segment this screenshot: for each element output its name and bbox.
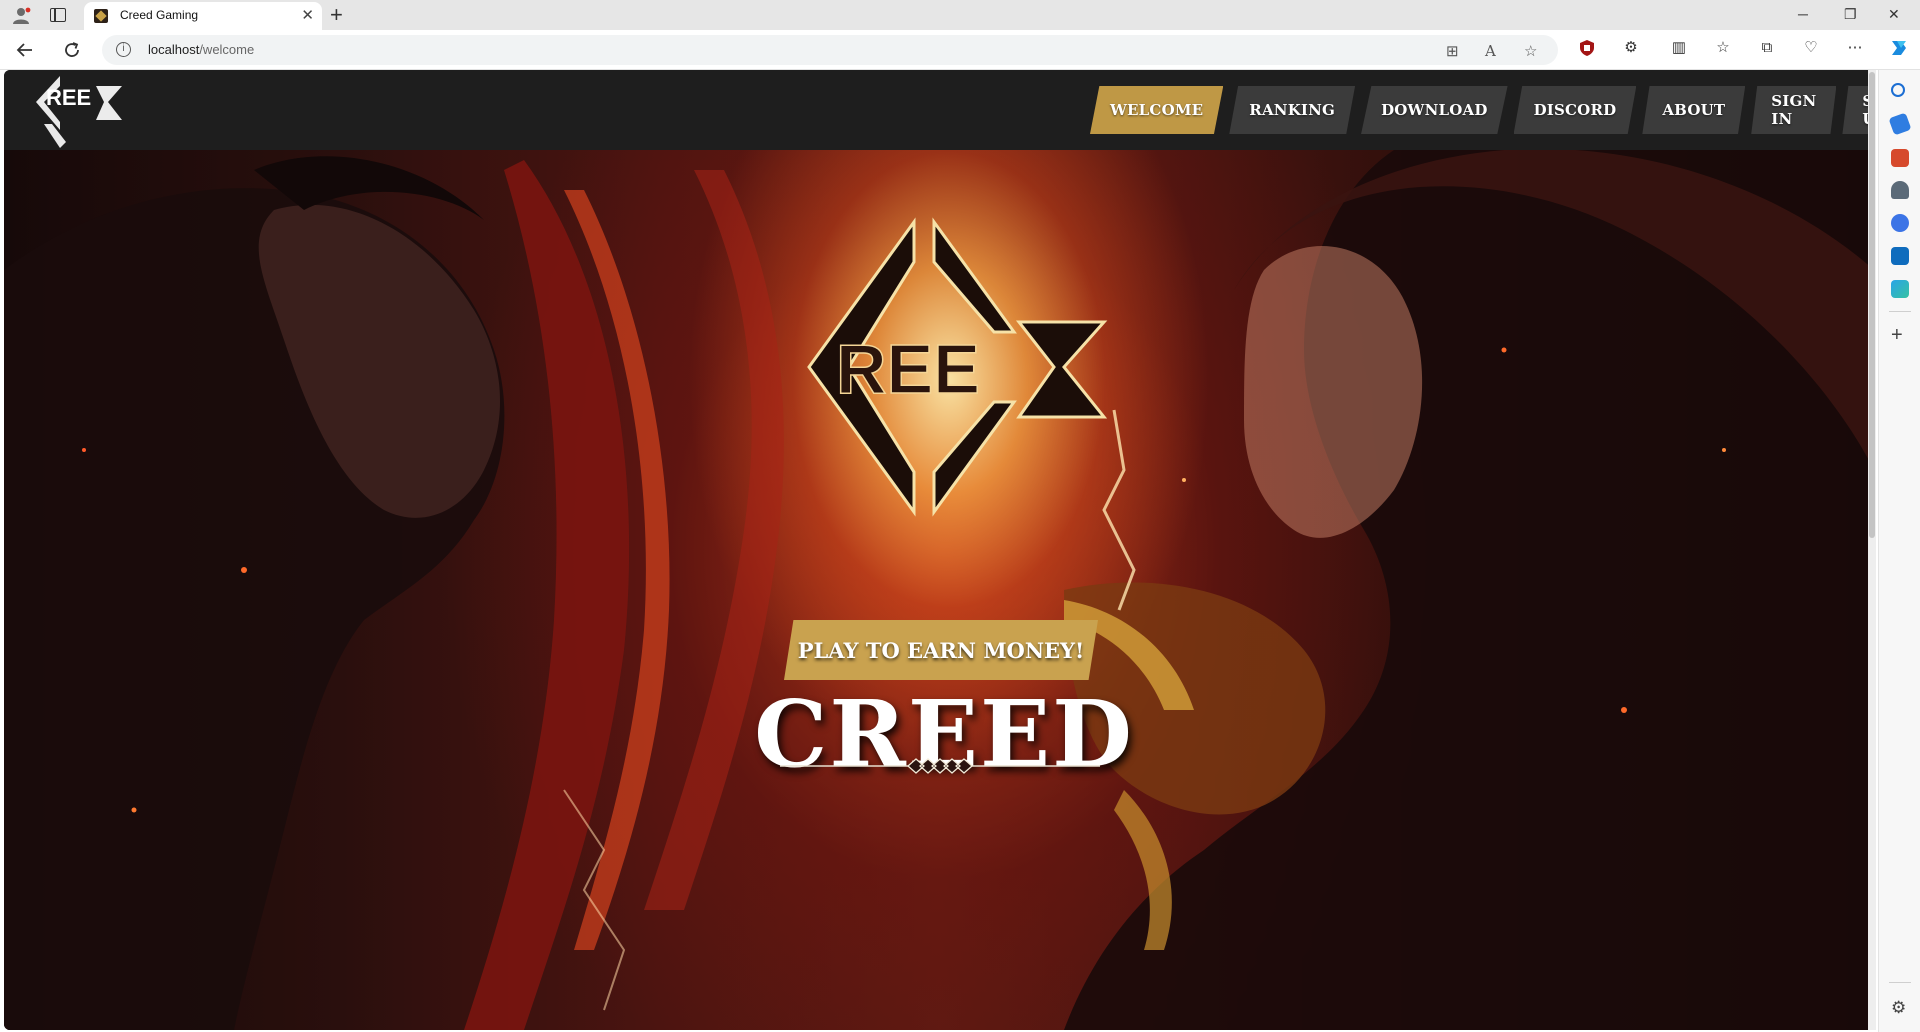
hero-logo: REE [807,217,1108,517]
site-logo-text: REE [46,85,91,110]
games-icon[interactable] [1891,181,1909,199]
more-icon[interactable]: ⋯ [1846,39,1864,57]
new-tab-button[interactable]: + [330,2,343,28]
copilot-icon[interactable] [1888,37,1906,55]
page-viewport: REE WELCOME RANKING DOWNLOAD DISCORD ABO… [4,70,1874,1030]
url-bar[interactable]: i localhost/welcome ⊞ A ☆ [102,35,1558,65]
profile-icon[interactable] [12,7,32,24]
page-scrollbar[interactable] [1868,70,1876,1030]
address-toolbar: i localhost/welcome ⊞ A ☆ ⚙ ▥ ☆ ⧉ ♡ ⋯ [0,30,1920,70]
tools-icon[interactable] [1891,149,1909,167]
nav-about[interactable]: ABOUT [1642,86,1746,134]
nav-welcome[interactable]: WELCOME [1090,86,1224,134]
site-favicon-icon [94,9,108,23]
nav-ranking[interactable]: RANKING [1229,86,1356,134]
shopping-icon[interactable] [1888,112,1912,136]
play-to-earn-button[interactable]: PLAY TO EARN MONEY! [784,620,1098,680]
shield-extension-icon[interactable] [1578,39,1596,57]
settings-icon[interactable]: ⚙ [1891,998,1906,1018]
minimize-button[interactable]: ─ [1798,6,1808,22]
read-aloud-icon[interactable]: A [1485,42,1496,60]
tab-title: Creed Gaming [120,8,199,22]
favorite-star-icon[interactable]: ☆ [1524,42,1537,60]
performance-icon[interactable]: ♡ [1802,39,1820,57]
browser-tab[interactable]: Creed Gaming ✕ [84,2,322,30]
search-icon[interactable] [1891,83,1905,97]
ornament-divider [780,758,1100,774]
nav-download[interactable]: DOWNLOAD [1361,86,1508,134]
main-navigation: WELCOME RANKING DOWNLOAD DISCORD ABOUT S… [1090,86,1874,134]
nav-sign-in[interactable]: SIGN IN [1751,86,1837,134]
nav-discord[interactable]: DISCORD [1513,86,1637,134]
refresh-icon[interactable] [63,41,81,59]
site-logo[interactable]: REE [22,72,132,150]
outlook-icon[interactable] [1891,247,1909,265]
tab-actions-icon[interactable] [50,8,66,22]
hero-banner: REE PLAY TO EARN MONEY! CREED [4,150,1874,1030]
url-host: localhost [148,42,200,57]
collections-icon[interactable]: ⧉ [1758,39,1776,57]
favorites-icon[interactable]: ☆ [1714,39,1732,57]
split-screen-icon[interactable]: ▥ [1670,39,1688,57]
sidebar-divider [1889,982,1911,983]
hero-logo-text: REE [836,330,980,408]
restore-button[interactable]: ❐ [1844,6,1857,23]
office-icon[interactable] [1891,214,1909,232]
tab-close-icon[interactable]: ✕ [301,6,314,24]
close-window-button[interactable]: ✕ [1888,6,1900,23]
edge-sidebar: + ⚙ [1878,70,1920,1032]
back-icon[interactable] [16,41,34,59]
info-icon[interactable]: i [116,42,131,57]
url-text[interactable]: localhost/welcome [148,42,254,57]
app-install-icon[interactable]: ⊞ [1446,42,1459,60]
url-path: /welcome [199,42,255,57]
scrollbar-thumb[interactable] [1869,72,1875,538]
site-header: REE WELCOME RANKING DOWNLOAD DISCORD ABO… [4,70,1874,150]
browser-tab-bar: Creed Gaming ✕ + ─ ❐ ✕ [0,0,1920,30]
add-icon[interactable]: + [1891,325,1903,345]
sidebar-divider [1889,311,1911,312]
telegram-icon[interactable] [1891,280,1909,298]
extensions-icon[interactable]: ⚙ [1622,39,1640,57]
